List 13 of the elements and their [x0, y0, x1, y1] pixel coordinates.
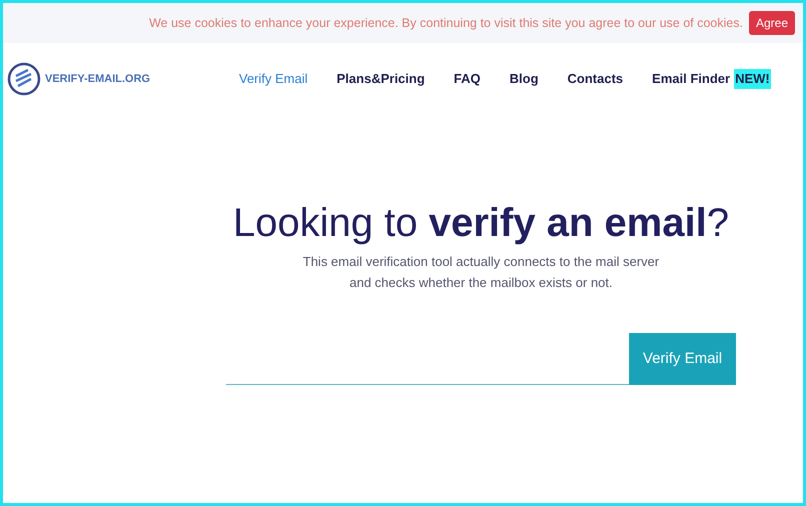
nav-link[interactable]: FAQ	[454, 69, 481, 89]
cookie-message: We use cookies to enhance your experience. By continuing to visit this site you agree to our use of cookies.	[149, 14, 743, 32]
hero-title: Looking to verify an email?	[233, 200, 729, 247]
nav-link[interactable]: Verify Email	[239, 69, 308, 89]
logo-icon	[7, 62, 41, 96]
nav-link[interactable]: Contacts	[567, 69, 624, 89]
nav-link[interactable]: Email Finder	[652, 69, 730, 89]
hero-subtitle: This email verification tool actually connects to the mail server and checks whether the mailbox exists or not.	[302, 253, 660, 292]
nav-link[interactable]: Blog	[510, 69, 538, 89]
agree-button[interactable]: Agree	[748, 11, 795, 35]
new-badge: NEW!	[734, 69, 771, 89]
nav-link[interactable]: Plans&Pricing	[336, 69, 425, 89]
logo-text: VERIFY-EMAIL.ORG	[45, 72, 150, 87]
